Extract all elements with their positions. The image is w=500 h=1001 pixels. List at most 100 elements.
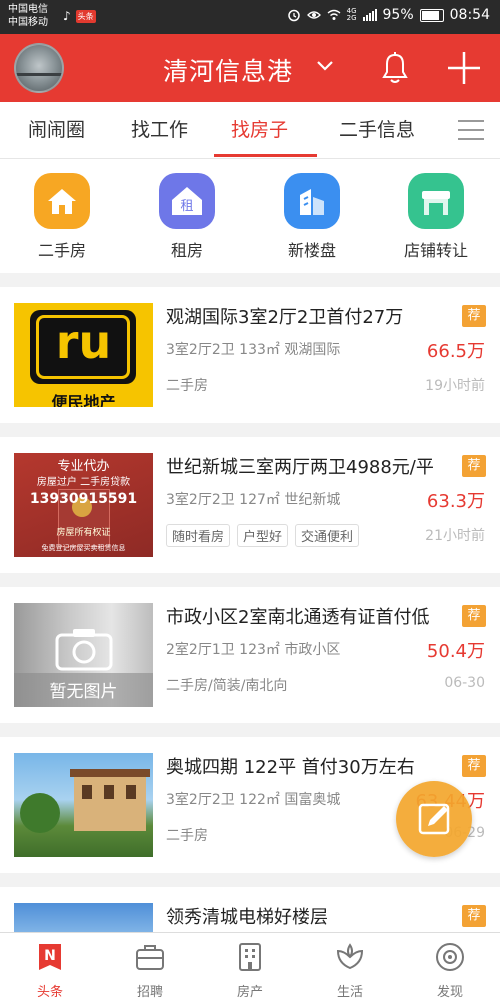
recommend-badge: 荐 bbox=[462, 305, 486, 327]
battery-percent: 95% bbox=[382, 7, 414, 23]
active-tab-indicator bbox=[214, 154, 317, 157]
nav-recruit[interactable]: 招聘 bbox=[110, 941, 190, 1000]
listing-time: 06-30 bbox=[444, 675, 485, 691]
tab-find-house[interactable]: 找房子 bbox=[231, 115, 288, 142]
listing-time: 21小时前 bbox=[425, 528, 485, 544]
category-tabs: 闹闹圈 找工作 找房子 二手信息 bbox=[0, 102, 500, 159]
network-type: 4G 2G bbox=[347, 8, 357, 22]
tab-find-job[interactable]: 找工作 bbox=[131, 115, 188, 142]
nav-headline[interactable]: N 头条 bbox=[10, 941, 90, 1000]
signal-icon bbox=[362, 9, 377, 21]
briefcase-icon bbox=[136, 945, 164, 970]
bottom-nav: N 头条 招聘 房产 生活 发现 bbox=[0, 932, 500, 1001]
headline-icon: N bbox=[39, 944, 61, 970]
listing-title: 领秀清城电梯好楼层 bbox=[166, 907, 328, 928]
shop-icon bbox=[408, 173, 464, 229]
category-rent[interactable]: 租 租房 bbox=[132, 173, 242, 261]
tab-second-hand[interactable]: 二手信息 bbox=[339, 115, 415, 142]
lotus-icon bbox=[336, 943, 364, 970]
add-icon[interactable] bbox=[446, 50, 482, 86]
category-label: 店铺转让 bbox=[403, 241, 468, 260]
logo-caption: 便民地产 bbox=[51, 393, 116, 407]
status-bar: 中国电信 中国移动 ♪ 头条 4G 2G 95% 08:54 bbox=[0, 0, 500, 34]
nav-label: 房产 bbox=[236, 985, 263, 1000]
thumb-line: 13930915591 bbox=[29, 491, 138, 507]
listing-price: 50.4万 bbox=[426, 641, 485, 662]
clock: 08:54 bbox=[449, 7, 490, 23]
post-button[interactable] bbox=[396, 781, 472, 857]
category-shop-transfer[interactable]: 店铺转让 bbox=[381, 173, 491, 261]
alarm-icon bbox=[287, 9, 300, 22]
listing-time: 19小时前 bbox=[425, 378, 485, 394]
listing-thumbnail: ru 便民地产 bbox=[14, 303, 153, 407]
listing-spec: 3室2厅2卫 122㎡ 国富奥城 bbox=[166, 792, 341, 808]
nav-realestate[interactable]: 房产 bbox=[210, 941, 290, 1000]
listing-tag: 交通便利 bbox=[295, 524, 360, 547]
notification-icons: ♪ 头条 bbox=[63, 9, 96, 23]
category-label: 新楼盘 bbox=[287, 241, 336, 260]
wifi-icon bbox=[327, 9, 341, 20]
listing-tag: 随时看房 bbox=[166, 524, 231, 547]
edit-icon bbox=[418, 803, 450, 835]
listing-type: 二手房 bbox=[166, 378, 208, 394]
listing-price: 63.3万 bbox=[426, 491, 485, 512]
listing-thumbnail: 专业代办 房屋过户 二手房贷款 13930915591 房屋所有权证 免费登记房… bbox=[14, 453, 153, 557]
listing-title: 观湖国际3室2厅2卫首付27万 bbox=[166, 307, 404, 328]
building-icon bbox=[284, 173, 340, 229]
listing-item[interactable]: 专业代办 房屋过户 二手房贷款 13930915591 房屋所有权证 免费登记房… bbox=[0, 437, 500, 573]
thumb-line: 免费登记房屋买卖租赁信息 bbox=[41, 544, 126, 552]
listing-title: 世纪新城三室两厅两卫4988元/平 bbox=[166, 457, 434, 478]
tab-naonaoquan[interactable]: 闹闹圈 bbox=[28, 115, 85, 142]
house-icon bbox=[34, 173, 90, 229]
listing-spec: 3室2厅2卫 127㎡ 世纪新城 bbox=[166, 492, 341, 508]
listing-tags: 随时看房 户型好 交通便利 bbox=[166, 524, 360, 547]
more-menu-icon[interactable] bbox=[458, 120, 484, 140]
recommend-badge: 荐 bbox=[462, 905, 486, 927]
carrier-2: 中国移动 bbox=[8, 17, 48, 28]
listing-item[interactable]: 暂无图片 市政小区2室南北通透有证首付低 荐 2室2厅1卫 123㎡ 市政小区 … bbox=[0, 587, 500, 723]
carrier-info: 中国电信 中国移动 bbox=[8, 3, 48, 29]
listing-spec: 2室2厅1卫 123㎡ 市政小区 bbox=[166, 642, 341, 658]
listing-spec: 3室2厅2卫 133㎡ 观湖国际 bbox=[166, 342, 341, 358]
battery-icon bbox=[419, 8, 444, 22]
app-header: 清河信息港 bbox=[0, 34, 500, 102]
category-grid: 二手房 租 租房 新楼盘 店铺转让 bbox=[0, 159, 500, 273]
listing-tag: 户型好 bbox=[237, 524, 289, 547]
avatar[interactable] bbox=[14, 43, 64, 93]
listing-item[interactable]: ru 便民地产 观湖国际3室2厅2卫首付27万 荐 3室2厅2卫 133㎡ 观湖… bbox=[0, 287, 500, 423]
category-label: 二手房 bbox=[37, 241, 86, 260]
listing-type: 二手房/简装/南北向 bbox=[166, 678, 288, 694]
category-new-building[interactable]: 新楼盘 bbox=[257, 173, 367, 261]
listing-item[interactable]: 领秀清城电梯好楼层 荐 bbox=[0, 887, 500, 932]
nav-discover[interactable]: 发现 bbox=[410, 941, 490, 1000]
building-icon bbox=[239, 943, 261, 971]
recommend-badge: 荐 bbox=[462, 605, 486, 627]
listing-price: 66.5万 bbox=[426, 341, 485, 362]
recommend-badge: 荐 bbox=[462, 755, 486, 777]
bell-icon[interactable] bbox=[378, 50, 412, 86]
eye-icon bbox=[436, 943, 464, 971]
nav-label: 发现 bbox=[436, 985, 463, 1000]
toutiao-icon: 头条 bbox=[75, 9, 96, 23]
eye-comfort-icon bbox=[306, 11, 321, 19]
nav-life[interactable]: 生活 bbox=[310, 941, 390, 1000]
listing-thumbnail: 暂无图片 bbox=[14, 603, 153, 707]
nav-label: 头条 bbox=[36, 985, 63, 1000]
svg-text:N: N bbox=[44, 948, 56, 964]
recommend-badge: 荐 bbox=[462, 455, 486, 477]
category-label: 租房 bbox=[170, 241, 203, 260]
carrier-1: 中国电信 bbox=[8, 4, 48, 15]
camera-icon bbox=[55, 629, 113, 671]
chevron-down-icon[interactable] bbox=[316, 60, 334, 72]
listing-title: 奥城四期 122平 首付30万左右 bbox=[166, 757, 415, 778]
listing-title: 市政小区2室南北通透有证首付低 bbox=[166, 607, 430, 628]
logo-text: ru bbox=[55, 315, 112, 369]
network-type-2: 2G bbox=[346, 14, 357, 22]
category-second-hand-house[interactable]: 二手房 bbox=[7, 173, 117, 261]
status-right: 4G 2G 95% 08:54 bbox=[287, 7, 490, 23]
listing-thumbnail bbox=[14, 753, 153, 857]
tiktok-icon: ♪ bbox=[63, 9, 71, 23]
city-title[interactable]: 清河信息港 bbox=[163, 52, 293, 88]
rent-icon: 租 bbox=[159, 173, 215, 229]
thumb-line: 房屋过户 二手房贷款 bbox=[36, 477, 131, 488]
